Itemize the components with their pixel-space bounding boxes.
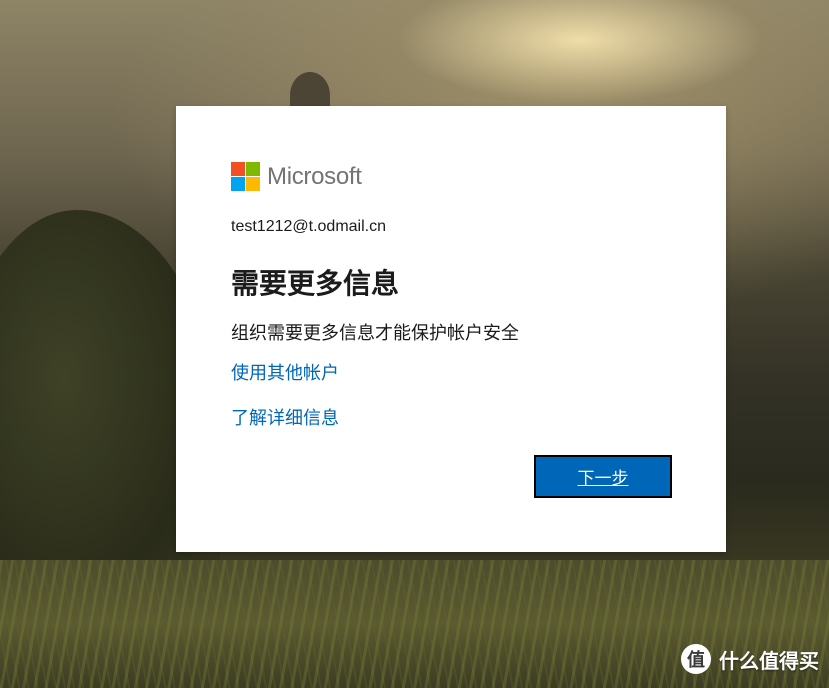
logo-square-yellow [246,177,260,191]
logo-square-green [246,162,260,176]
next-button[interactable]: 下一步 [534,455,672,498]
logo-square-blue [231,177,245,191]
use-another-account-link[interactable]: 使用其他帐户 [231,359,339,385]
microsoft-logo-icon [231,162,260,191]
watermark-logo-icon: 值 [681,644,711,674]
logo-square-red [231,162,245,176]
sign-in-dialog: Microsoft test1212@t.odmail.cn 需要更多信息 组织… [176,106,726,552]
microsoft-logo-text: Microsoft [267,162,362,190]
learn-more-link[interactable]: 了解详细信息 [231,404,339,430]
page-description: 组织需要更多信息才能保护帐户安全 [231,323,519,344]
microsoft-logo: Microsoft [231,162,362,191]
site-watermark: 值 什么值得买 [681,644,819,674]
account-email: test1212@t.odmail.cn [231,218,386,235]
page-title: 需要更多信息 [231,267,400,300]
watermark-text: 什么值得买 [719,648,819,673]
